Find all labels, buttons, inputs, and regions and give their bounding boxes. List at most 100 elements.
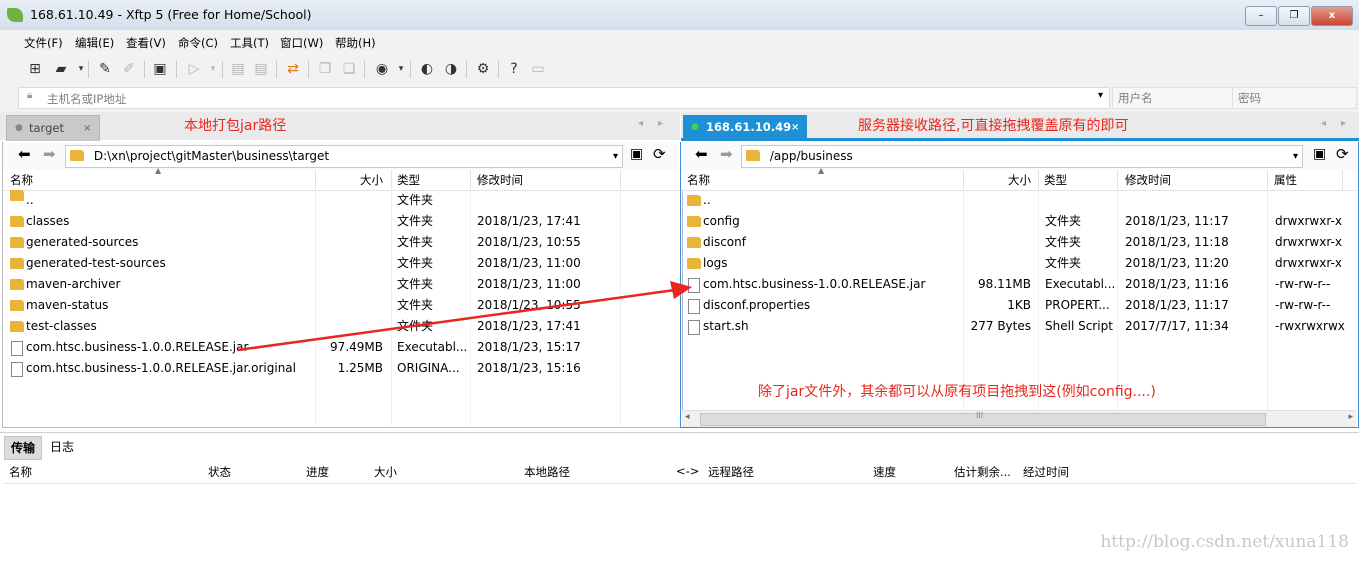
col-progress[interactable]: 进度 xyxy=(306,464,329,480)
col-mtime[interactable]: 修改时间 xyxy=(477,172,523,188)
list-item[interactable]: .. 文件夹 xyxy=(3,190,679,211)
back-arrow-icon[interactable]: ⬅ xyxy=(18,145,31,163)
col-local-path[interactable]: 本地路径 xyxy=(524,464,570,480)
forward-arrow-icon[interactable]: ➡ xyxy=(720,145,733,163)
xshell-icon[interactable]: ◐ xyxy=(418,60,436,78)
open-folder-icon[interactable]: ▰ xyxy=(52,60,70,78)
tab-scroll-right-icon[interactable]: ▸ xyxy=(1341,118,1346,129)
forward-arrow-icon[interactable]: ➡ xyxy=(43,145,56,163)
tab-label: target xyxy=(29,121,64,135)
globe-icon[interactable]: ◉ xyxy=(373,60,391,78)
close-button[interactable]: x xyxy=(1311,6,1353,26)
list-item[interactable]: disconf.properties 1KB PROPERT... 2018/1… xyxy=(681,295,1357,316)
col-type[interactable]: 类型 xyxy=(1044,172,1067,188)
col-size[interactable]: 大小 xyxy=(360,172,383,188)
scroll-right-icon[interactable]: ▸ xyxy=(1348,412,1353,422)
open-folder-icon[interactable]: ▣ xyxy=(630,146,643,162)
play-dropdown-icon[interactable]: ▾ xyxy=(204,60,222,78)
file-mtime: 2018/1/23, 11:00 xyxy=(477,256,581,270)
toolbar-separator xyxy=(222,61,223,78)
connect-icon[interactable]: ✎ xyxy=(96,60,114,78)
new-session-icon[interactable]: ⊞ xyxy=(26,60,44,78)
tab-scroll-right-icon[interactable]: ▸ xyxy=(658,118,663,129)
menu-window[interactable]: 窗口(W) xyxy=(280,35,323,51)
list-item[interactable]: generated-sources 文件夹 2018/1/23, 10:55 xyxy=(3,232,679,253)
upload-icon[interactable]: ▤ xyxy=(229,60,247,78)
list-item[interactable]: disconf 文件夹 2018/1/23, 11:18 drwxrwxr-x xyxy=(681,232,1357,253)
path-dropdown-icon[interactable]: ▾ xyxy=(1293,146,1298,167)
window-title: 168.61.10.49 - Xftp 5 (Free for Home/Sch… xyxy=(30,7,312,22)
play-icon[interactable]: ▷ xyxy=(185,60,203,78)
help-icon[interactable]: ? xyxy=(505,60,523,78)
toolbar-separator xyxy=(176,61,177,78)
menu-edit[interactable]: 编辑(E) xyxy=(75,35,114,51)
refresh-icon[interactable]: ⟳ xyxy=(653,145,666,163)
tab-scroll-left-icon[interactable]: ◂ xyxy=(638,118,643,129)
col-speed[interactable]: 速度 xyxy=(873,464,896,480)
maximize-button[interactable]: ❐ xyxy=(1278,6,1310,26)
remote-horizontal-scrollbar[interactable]: ◂ III ▸ xyxy=(682,410,1356,427)
col-elapsed[interactable]: 经过时间 xyxy=(1023,464,1069,480)
disconnect-icon[interactable]: ✐ xyxy=(120,60,138,78)
list-item[interactable]: com.htsc.business-1.0.0.RELEASE.jar 98.1… xyxy=(681,274,1357,295)
menu-file[interactable]: 文件(F) xyxy=(24,35,63,51)
paste-icon[interactable]: ❏ xyxy=(340,60,358,78)
chat-icon[interactable]: ▭ xyxy=(529,60,547,78)
col-attr[interactable]: 属性 xyxy=(1274,172,1297,188)
refresh-icon[interactable]: ⟳ xyxy=(1336,145,1349,163)
file-attr: -rwxrwxrwx xyxy=(1275,319,1345,333)
col-name[interactable]: 名称 xyxy=(10,172,33,188)
tab-transfer[interactable]: 传输 xyxy=(4,436,43,460)
password-input[interactable]: 密码 xyxy=(1232,87,1357,109)
username-input[interactable]: 用户名 xyxy=(1112,87,1233,109)
back-arrow-icon[interactable]: ⬅ xyxy=(695,145,708,163)
menu-command[interactable]: 命令(C) xyxy=(178,35,218,51)
gear-icon[interactable]: ⚙ xyxy=(474,60,492,78)
tab-scroll-left-icon[interactable]: ◂ xyxy=(1321,118,1326,129)
local-path-input[interactable]: D:\xn\project\gitMaster\business\target … xyxy=(65,145,623,168)
path-dropdown-icon[interactable]: ▾ xyxy=(613,146,618,167)
tab-remote-host[interactable]: ● 168.61.10.49 × xyxy=(683,115,807,140)
file-name: com.htsc.business-1.0.0.RELEASE.jar.orig… xyxy=(26,361,296,375)
list-item[interactable]: generated-test-sources 文件夹 2018/1/23, 11… xyxy=(3,253,679,274)
list-item[interactable]: start.sh 277 Bytes Shell Script 2017/7/1… xyxy=(681,316,1357,337)
list-item[interactable]: .. xyxy=(681,190,1357,211)
sync-icon[interactable]: ⇄ xyxy=(284,60,302,78)
globe-dropdown-icon[interactable]: ▾ xyxy=(392,60,410,78)
col-status[interactable]: 状态 xyxy=(208,464,231,480)
menu-tools[interactable]: 工具(T) xyxy=(230,35,269,51)
col-divider xyxy=(620,170,621,190)
menu-help[interactable]: 帮助(H) xyxy=(335,35,376,51)
properties-icon[interactable]: ▣ xyxy=(151,60,169,78)
col-mtime[interactable]: 修改时间 xyxy=(1125,172,1171,188)
col-type[interactable]: 类型 xyxy=(397,172,420,188)
host-dropdown-icon[interactable]: ▾ xyxy=(1098,90,1103,101)
list-item[interactable]: com.htsc.business-1.0.0.RELEASE.jar.orig… xyxy=(3,358,679,379)
remote-path-input[interactable]: /app/business ▾ xyxy=(741,145,1303,168)
tab-target[interactable]: ● target × xyxy=(6,115,100,141)
open-folder-icon[interactable]: ▣ xyxy=(1313,146,1326,162)
minimize-button[interactable]: – xyxy=(1245,6,1277,26)
file-attr: drwxrwxr-x xyxy=(1275,214,1342,228)
list-item[interactable]: logs 文件夹 2018/1/23, 11:20 drwxrwxr-x xyxy=(681,253,1357,274)
col-remote-path[interactable]: 远程路径 xyxy=(708,464,754,480)
col-name[interactable]: 名称 xyxy=(687,172,710,188)
col-eta[interactable]: 估计剩余... xyxy=(954,464,1011,480)
col-size[interactable]: 大小 xyxy=(374,464,397,480)
close-icon[interactable]: × xyxy=(83,116,91,141)
list-item[interactable]: classes 文件夹 2018/1/23, 17:41 xyxy=(3,211,679,232)
copy-icon[interactable]: ❐ xyxy=(316,60,334,78)
tab-log[interactable]: 日志 xyxy=(44,436,80,458)
menu-view[interactable]: 查看(V) xyxy=(126,35,166,51)
close-icon[interactable]: × xyxy=(791,115,799,140)
col-size[interactable]: 大小 xyxy=(1008,172,1031,188)
host-input[interactable]: 🔒︎ 主机名或IP地址 ▾ xyxy=(18,87,1110,109)
xftp-icon[interactable]: ◑ xyxy=(442,60,460,78)
download-icon[interactable]: ▤ xyxy=(252,60,270,78)
scrollbar-thumb[interactable]: III xyxy=(700,411,1266,426)
col-direction[interactable]: <-> xyxy=(676,464,699,478)
col-name[interactable]: 名称 xyxy=(9,464,32,480)
list-item[interactable]: config 文件夹 2018/1/23, 11:17 drwxrwxr-x xyxy=(681,211,1357,232)
scroll-left-icon[interactable]: ◂ xyxy=(685,412,690,422)
watermark: http://blog.csdn.net/xuna118 xyxy=(1100,532,1349,552)
